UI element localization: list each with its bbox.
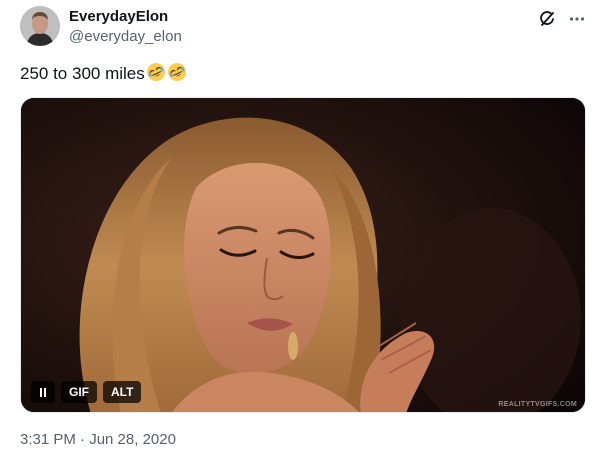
gif-badge[interactable]: GIF xyxy=(61,381,97,403)
gif-media[interactable]: GIF ALT REALITYTVGIFS.COM xyxy=(20,97,586,413)
alt-text-button[interactable]: ALT xyxy=(103,381,142,403)
tweet-text: 250 to 300 miles xyxy=(20,62,187,85)
gif-controls: GIF ALT xyxy=(31,381,142,403)
rolling-on-floor-laughing-emoji-icon xyxy=(146,63,165,81)
rolling-on-floor-laughing-emoji-icon xyxy=(167,63,186,81)
grok-icon[interactable] xyxy=(536,8,558,30)
tweet-actions xyxy=(536,8,588,30)
tweet-text-body: 250 to 300 miles xyxy=(20,64,145,83)
pause-button[interactable] xyxy=(31,381,55,403)
tweet-timestamp[interactable]: 3:31 PM · Jun 28, 2020 xyxy=(20,430,176,450)
gif-frame xyxy=(21,98,585,412)
more-icon[interactable] xyxy=(566,8,588,30)
gif-watermark: REALITYTVGIFS.COM xyxy=(498,401,577,408)
avatar[interactable] xyxy=(20,6,60,46)
author-display-name[interactable]: EverydayElon xyxy=(69,8,182,26)
tweet-author: EverydayElon @everyday_elon xyxy=(69,8,182,46)
pause-icon xyxy=(40,387,46,397)
author-handle[interactable]: @everyday_elon xyxy=(69,28,182,46)
tweet-emojis xyxy=(146,62,187,82)
